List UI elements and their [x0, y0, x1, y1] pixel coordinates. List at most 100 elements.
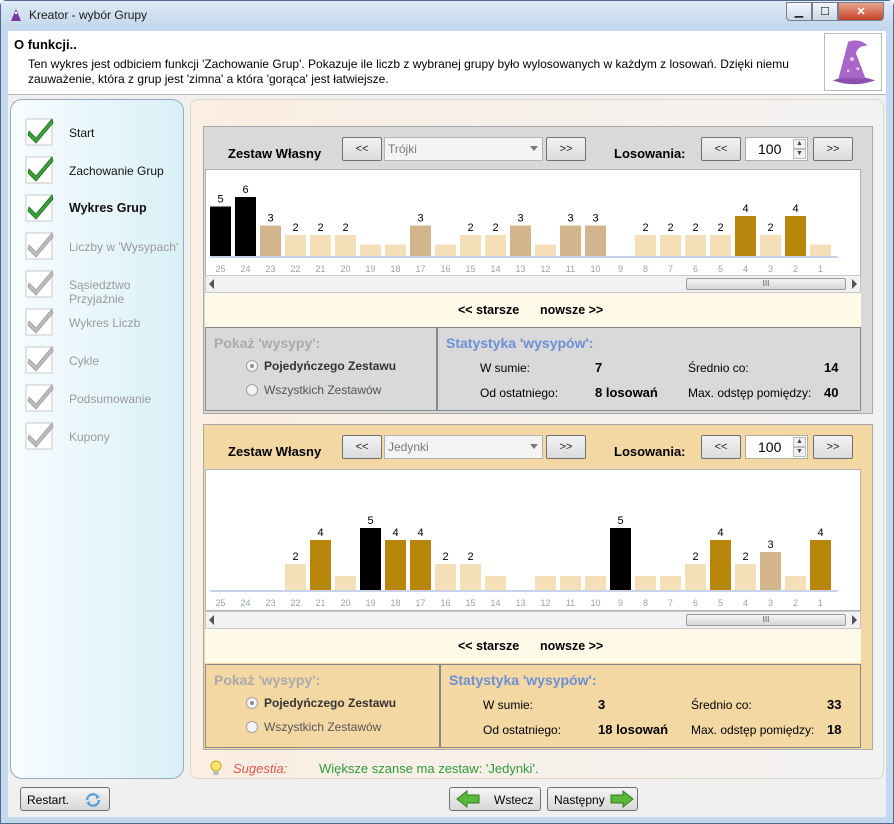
radio-dot[interactable]: [246, 360, 258, 372]
draws-prev-button[interactable]: <<: [701, 435, 741, 459]
bar-4: [735, 564, 756, 590]
spin-up-icon[interactable]: ▲: [793, 437, 806, 447]
x-tick-label: 7: [668, 598, 673, 608]
x-tick-label: 3: [768, 264, 773, 274]
radio-single-set[interactable]: Pojedyńczego Zestawu: [246, 358, 426, 376]
x-tick-label: 7: [668, 264, 673, 274]
bar-value-label: 2: [442, 551, 448, 563]
bar-14: [485, 576, 506, 590]
prev-group-button[interactable]: <<: [342, 435, 382, 459]
bar-value-label: 2: [692, 551, 698, 563]
x-tick-label: 20: [340, 264, 350, 274]
bar-11: [560, 576, 581, 590]
bar-21: [310, 540, 331, 590]
bar-23: [260, 225, 281, 256]
bar-chart-svg: 525624323222221220 19 18317 16215214313 1231…: [210, 184, 838, 274]
draws-prev-button[interactable]: <<: [701, 137, 741, 161]
spin-up-icon[interactable]: ▲: [793, 139, 806, 149]
draws-next-button[interactable]: >>: [813, 435, 853, 459]
chevron-down-icon: [530, 444, 538, 449]
radio-dot[interactable]: [246, 384, 258, 396]
radio-all-sets[interactable]: Wszystkich Zestawów: [246, 719, 426, 737]
step-item[interactable]: Zachowanie Grup: [25, 154, 185, 188]
total-label: W sumie:: [480, 361, 531, 375]
x-tick-label: 8: [643, 598, 648, 608]
x-tick-label: 4: [743, 598, 748, 608]
x-tick-label: 24: [240, 598, 250, 608]
scroll-left-icon[interactable]: [209, 615, 214, 625]
next-group-button[interactable]: >>: [546, 435, 586, 459]
step-label: Zachowanie Grup: [69, 164, 164, 178]
islands-title: Pokaż 'wysypy':: [214, 672, 321, 688]
scroll-right-icon[interactable]: [852, 615, 857, 625]
bar-1: [810, 244, 831, 256]
step-item: Wykres Liczb: [25, 306, 185, 340]
bar-8: [635, 235, 656, 256]
bar-value-label: 4: [717, 527, 723, 539]
x-tick-label: 20: [340, 598, 350, 608]
bar-17: [410, 540, 431, 590]
group-select[interactable]: Jedynki: [384, 435, 543, 459]
bar-20: [335, 576, 356, 590]
bar-value-label: 3: [517, 213, 523, 225]
radio-all-sets[interactable]: Wszystkich Zestawów: [246, 382, 426, 400]
x-tick-label: 19: [365, 598, 375, 608]
wizard-hat-icon: [824, 33, 882, 91]
checkmark-icon: [25, 194, 54, 222]
x-tick-label: 15: [465, 598, 475, 608]
scroll-left-icon[interactable]: [209, 279, 214, 289]
chart-scrollbar[interactable]: III: [205, 275, 861, 293]
x-tick-label: 6: [693, 264, 698, 274]
x-tick-label: 9: [618, 598, 623, 608]
bar-11: [560, 225, 581, 256]
bar-13: [510, 225, 531, 256]
radio-label: Pojedyńczego Zestawu: [264, 696, 397, 710]
scroll-thumb[interactable]: III: [686, 278, 846, 290]
radio-label: Wszystkich Zestawów: [264, 720, 382, 734]
bar-19: [360, 528, 381, 590]
bar-3: [760, 235, 781, 256]
newer-link[interactable]: nowsze >>: [540, 303, 603, 317]
radio-dot[interactable]: [246, 697, 258, 709]
spin-down-icon[interactable]: ▼: [793, 149, 806, 159]
bar-value-label: 4: [742, 203, 748, 215]
checkmark-icon: [25, 118, 54, 146]
info-title: O funkcji..: [14, 37, 77, 52]
bar-25: [210, 206, 231, 256]
x-tick-label: 1: [818, 598, 823, 608]
next-group-button[interactable]: >>: [546, 137, 586, 161]
x-tick-label: 6: [693, 598, 698, 608]
x-tick-label: 14: [490, 264, 500, 274]
bar-7: [660, 235, 681, 256]
since-label: Od ostatniego:: [480, 386, 559, 400]
draws-spinner[interactable]: 100 ▲ ▼: [745, 137, 808, 161]
bar-value-label: 3: [767, 539, 773, 551]
next-button[interactable]: Następny: [547, 787, 638, 811]
bar-16: [435, 564, 456, 590]
older-link[interactable]: << starsze: [458, 639, 519, 653]
x-tick-label: 9: [618, 264, 623, 274]
radio-dot[interactable]: [246, 721, 258, 733]
arrow-left-icon: [456, 790, 480, 808]
spin-down-icon[interactable]: ▼: [793, 447, 806, 457]
scroll-right-icon[interactable]: [852, 279, 857, 289]
chart-scrollbar[interactable]: III: [205, 611, 861, 629]
x-tick-label: 23: [265, 598, 275, 608]
back-button[interactable]: Wstecz: [449, 787, 541, 811]
step-item[interactable]: Wykres Grup: [25, 192, 185, 226]
scroll-thumb[interactable]: III: [686, 614, 846, 626]
close-button[interactable]: ✕: [838, 2, 884, 21]
group-select[interactable]: Trójki: [384, 137, 543, 161]
x-tick-label: 17: [415, 598, 425, 608]
older-link[interactable]: << starsze: [458, 303, 519, 317]
total-value: 7: [595, 360, 603, 375]
step-item[interactable]: Start: [25, 116, 185, 150]
maximize-button[interactable]: ☐: [812, 2, 838, 21]
prev-group-button[interactable]: <<: [342, 137, 382, 161]
minimize-button[interactable]: ▁: [786, 2, 812, 21]
newer-link[interactable]: nowsze >>: [540, 639, 603, 653]
draws-spinner[interactable]: 100 ▲ ▼: [745, 435, 808, 459]
radio-single-set[interactable]: Pojedyńczego Zestawu: [246, 695, 426, 713]
draws-next-button[interactable]: >>: [813, 137, 853, 161]
restart-button[interactable]: Restart.: [20, 787, 110, 811]
